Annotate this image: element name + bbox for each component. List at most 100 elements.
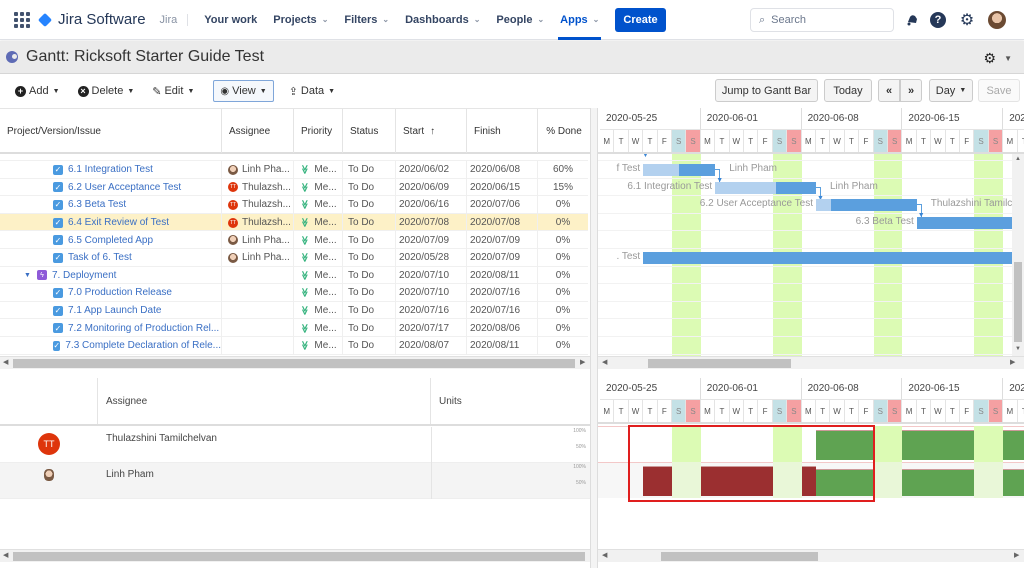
cell-start[interactable]: 2020/07/17 xyxy=(396,319,467,337)
gantt-bar-progress[interactable] xyxy=(816,199,832,212)
cell-status[interactable]: To Do xyxy=(343,284,396,302)
scale-dropdown[interactable]: Day ▼ xyxy=(929,79,973,102)
cell-status[interactable]: To Do xyxy=(343,319,396,337)
pane-splitter[interactable] xyxy=(590,108,598,568)
cell-start[interactable]: 2020/07/08 xyxy=(396,213,467,232)
cell-start[interactable]: 2020/07/09 xyxy=(396,231,467,249)
cell-start[interactable]: 2020/05/28 xyxy=(396,249,467,267)
resource-column-assignee[interactable]: Assignee xyxy=(98,378,431,424)
resource-column-units[interactable]: Units xyxy=(431,378,590,424)
cell-priority[interactable]: ≫ Me... xyxy=(294,213,343,232)
cell-finish[interactable]: 2020/07/09 xyxy=(467,249,538,267)
column-header-start[interactable]: Start ↑ xyxy=(396,109,467,153)
cell-assignee[interactable]: TT Thulazsh... xyxy=(222,178,294,197)
scroll-down-icon[interactable]: ▼ xyxy=(1015,346,1021,352)
table-row[interactable]: ✓ 7.0 Production Release ≫ Me... To Do 2020/0… xyxy=(0,284,588,302)
search-input[interactable]: ⌕ Search xyxy=(750,8,894,32)
cell-done[interactable]: 0% xyxy=(538,284,588,302)
cell-finish[interactable]: 2020/06/15 xyxy=(467,178,538,197)
cell-priority[interactable]: ≫ Me... xyxy=(294,196,343,214)
scroll-thumb[interactable] xyxy=(13,359,575,368)
cell-status[interactable]: To Do xyxy=(343,213,396,232)
cell-done[interactable]: 15% xyxy=(538,179,588,197)
scroll-thumb[interactable] xyxy=(13,552,585,561)
cell-status[interactable]: To Do xyxy=(343,266,396,285)
cell-status[interactable]: To Do xyxy=(343,178,396,197)
gantt-bar[interactable] xyxy=(775,181,816,194)
gantt-bar[interactable] xyxy=(643,252,1012,264)
view-button[interactable]: ◉ View ▼ xyxy=(213,80,274,102)
resource-gantt-horizontal-scrollbar[interactable]: ◀ ▶ xyxy=(598,549,1024,562)
today-button[interactable]: Today xyxy=(824,79,872,102)
gantt-bar-progress[interactable] xyxy=(643,164,680,176)
issue-link[interactable]: Task of 6. Test xyxy=(68,252,132,263)
cell-status[interactable]: To Do xyxy=(343,196,396,214)
table-row[interactable]: ✓ 6.1 Integration Test Linh Pha... ≫ Me... To… xyxy=(0,161,588,179)
table-row[interactable]: ✓ 6.2 User Acceptance Test TT Thulazsh... ≫ M… xyxy=(0,178,588,197)
jump-to-gantt-bar-button[interactable]: Jump to Gantt Bar xyxy=(715,79,818,102)
cell-finish[interactable]: 2020/07/16 xyxy=(467,284,538,302)
cell-finish[interactable]: 2020/07/16 xyxy=(467,301,538,320)
cell-priority[interactable]: ≫ Me... xyxy=(294,319,343,337)
cell-priority[interactable]: ≫ Me... xyxy=(294,337,343,355)
scroll-right-icon[interactable]: ▶ xyxy=(1014,551,1019,559)
resource-horizontal-scrollbar[interactable]: ◀ xyxy=(0,549,590,562)
chevron-down-icon[interactable]: ▼ xyxy=(1004,54,1012,63)
issue-link[interactable]: 7.3 Complete Declaration of Rele... xyxy=(65,340,221,351)
scroll-left-icon[interactable]: ◀ xyxy=(3,358,8,366)
cell-assignee[interactable]: Linh Pha... xyxy=(222,249,294,267)
scroll-thumb[interactable] xyxy=(1014,262,1022,342)
cell-done[interactable]: 0% xyxy=(538,231,588,249)
cell-priority[interactable]: ≫ Me... xyxy=(294,249,343,267)
cell-priority[interactable]: ≫ Me... xyxy=(294,178,343,197)
table-row[interactable]: ✓ 6.3 Beta Test TT Thulazsh... ≫ Me... To Do 20… xyxy=(0,196,588,214)
cell-start[interactable]: 2020/08/07 xyxy=(396,337,467,355)
cell-assignee[interactable] xyxy=(222,301,294,320)
issue-link[interactable]: 6.1 Integration Test xyxy=(68,164,153,175)
gantt-settings-icon[interactable]: ⚙ xyxy=(983,50,996,67)
cell-done[interactable]: 0% xyxy=(538,249,588,267)
prev-button[interactable]: « xyxy=(878,79,900,102)
cell-status[interactable]: To Do xyxy=(343,301,396,320)
column-header-done[interactable]: % Done xyxy=(538,109,590,153)
jira-logo[interactable]: Jira Software xyxy=(37,11,146,28)
table-row[interactable]: ▼ ϟ 7. Deployment ≫ Me... To Do 2020/07/10 2020… xyxy=(0,266,588,285)
allocated-block[interactable] xyxy=(902,430,975,460)
cell-status[interactable]: To Do xyxy=(343,337,396,355)
cell-priority[interactable]: ≫ Me... xyxy=(294,284,343,302)
issue-link[interactable]: 7.2 Monitoring of Production Rel... xyxy=(68,323,219,334)
cell-finish[interactable]: 2020/08/11 xyxy=(467,337,538,355)
nav-item-your-work[interactable]: Your work xyxy=(204,0,257,40)
settings-icon[interactable]: ⚙ xyxy=(958,11,976,29)
cell-assignee[interactable]: Linh Pha... xyxy=(222,161,294,179)
table-row[interactable]: ✓ 6.4 Exit Review of Test TT Thulazsh... ≫ Me… xyxy=(0,213,588,232)
column-header-name[interactable]: Project/Version/Issue xyxy=(0,109,222,153)
issue-link[interactable]: 7.1 App Launch Date xyxy=(68,305,161,316)
cell-finish[interactable]: 2020/07/08 xyxy=(467,213,538,232)
nav-item-people[interactable]: People ⌄ xyxy=(496,0,544,40)
cell-done[interactable]: 0% xyxy=(538,337,588,355)
cell-assignee[interactable] xyxy=(222,284,294,302)
scroll-up-icon[interactable]: ▲ xyxy=(1015,156,1021,162)
table-row[interactable]: ✓ Task of 6. Test Linh Pha... ≫ Me... To Do 20… xyxy=(0,249,588,267)
table-row[interactable]: ✓ 7.1 App Launch Date ≫ Me... To Do 2020/07/1… xyxy=(0,301,588,320)
cell-finish[interactable]: 2020/06/08 xyxy=(467,161,538,179)
create-button[interactable]: Create xyxy=(615,7,666,32)
table-row[interactable]: ✓ 6.5 Completed App Linh Pha... ≫ Me... To Do… xyxy=(0,231,588,249)
cell-assignee[interactable] xyxy=(222,266,294,285)
cell-start[interactable]: 2020/07/10 xyxy=(396,266,467,285)
allocated-block[interactable] xyxy=(1003,469,1024,496)
gantt-bar[interactable] xyxy=(916,216,1012,229)
resource-row[interactable]: TT Thulazshini Tamilchelvan 100% 50% xyxy=(0,427,590,463)
scroll-right-icon[interactable]: ▶ xyxy=(580,358,585,366)
column-header-priority[interactable]: Priority xyxy=(294,109,343,153)
save-button[interactable]: Save xyxy=(978,79,1020,102)
cell-status[interactable]: To Do xyxy=(343,249,396,267)
cell-finish[interactable]: 2020/08/11 xyxy=(467,266,538,285)
table-row[interactable]: ✓ 7.2 Monitoring of Production Rel... ≫ Me.… xyxy=(0,319,588,337)
scroll-thumb[interactable] xyxy=(661,552,818,561)
scroll-left-icon[interactable]: ◀ xyxy=(3,551,8,559)
cell-done[interactable]: 0% xyxy=(538,214,588,232)
cell-priority[interactable]: ≫ Me... xyxy=(294,231,343,249)
cell-done[interactable]: 0% xyxy=(538,302,588,320)
